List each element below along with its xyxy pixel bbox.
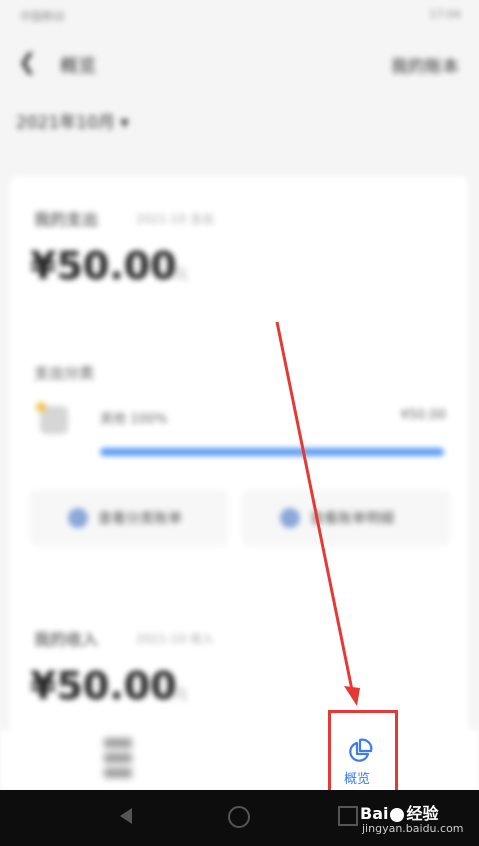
paw-icon xyxy=(390,807,405,822)
watermark-logo-left: Bai xyxy=(360,804,389,823)
baidu-watermark: Bai 经验 jingyan.baidu.com xyxy=(360,800,464,835)
watermark-logo-right: 经验 xyxy=(406,804,439,823)
app-screen: 中国移动 17:04 ❮ 概览 我的账本 2021年10月 ▾ 我的支出 202… xyxy=(0,0,479,846)
annotation-arrow xyxy=(275,321,360,706)
nav-home-icon[interactable] xyxy=(228,806,250,828)
nav-back-icon[interactable] xyxy=(120,808,132,824)
watermark-url: jingyan.baidu.com xyxy=(362,822,464,835)
nav-recent-icon[interactable] xyxy=(338,806,358,826)
